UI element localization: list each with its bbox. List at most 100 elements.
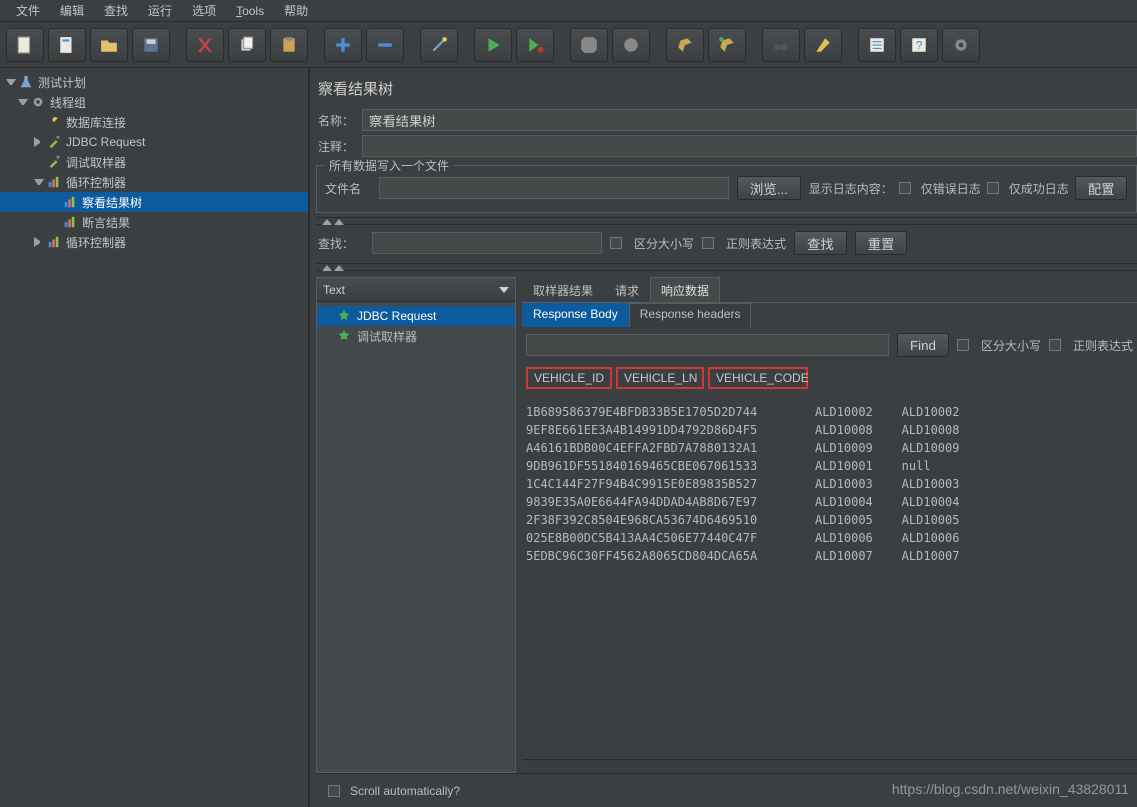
toolbar-stop-button[interactable]	[570, 28, 608, 62]
tab-0[interactable]: 取样器结果	[522, 277, 604, 302]
tree-node[interactable]: JDBC Request	[0, 132, 308, 152]
name-input[interactable]	[362, 109, 1137, 131]
toolbar-plus-button[interactable]	[324, 28, 362, 62]
template-icon	[58, 36, 76, 54]
browse-button[interactable]: 浏览...	[737, 176, 801, 200]
broom-icon	[676, 36, 694, 54]
filename-input[interactable]	[379, 177, 729, 199]
find-button[interactable]: Find	[897, 333, 949, 357]
collapse-bar-2[interactable]	[316, 263, 1137, 271]
tree-twisty-icon[interactable]	[34, 179, 44, 189]
toolbar-template-button[interactable]	[48, 28, 86, 62]
toolbar-clear-button[interactable]	[804, 28, 842, 62]
comment-input[interactable]	[362, 135, 1137, 157]
menu-item[interactable]: 选项	[182, 0, 226, 21]
toolbar-broom-button[interactable]	[666, 28, 704, 62]
paste-icon	[280, 36, 298, 54]
toolbar-stop2-button[interactable]	[612, 28, 650, 62]
tree-node-label: 断言结果	[82, 214, 130, 231]
tree-node[interactable]: 调试取样器	[0, 152, 308, 172]
result-item[interactable]: JDBC Request	[317, 306, 515, 326]
find-input[interactable]	[526, 334, 889, 356]
data-row: 1B689586379E4BFDB33B5E1705D2D744 ALD1000…	[526, 403, 1133, 421]
menu-item[interactable]: Tools	[226, 2, 274, 20]
column-header-vehicle-ln: VEHICLE_LN	[616, 367, 704, 389]
config-button[interactable]: 配置	[1075, 176, 1128, 200]
menu-item[interactable]: 编辑	[50, 0, 94, 21]
play-icon	[484, 36, 502, 54]
reset-button[interactable]: 重置	[855, 231, 908, 255]
tree-twisty-icon[interactable]	[6, 79, 16, 89]
tree-node[interactable]: 循环控制器	[0, 232, 308, 252]
save-icon	[142, 36, 160, 54]
collapse-bar-1[interactable]	[316, 217, 1137, 225]
toolbar-play-button[interactable]	[474, 28, 512, 62]
tree-node[interactable]: 线程组	[0, 92, 308, 112]
subtab-1[interactable]: Response headers	[629, 303, 752, 327]
subtab-0[interactable]: Response Body	[522, 303, 629, 327]
toolbar-list-button[interactable]	[858, 28, 896, 62]
toolbar-cut-button[interactable]	[186, 28, 224, 62]
tree-twisty-icon	[34, 157, 44, 167]
toolbar-open-button[interactable]	[90, 28, 128, 62]
data-row: 2F38F392C8504E968CA53674D6469510 ALD1000…	[526, 511, 1133, 529]
toolbar-copy-button[interactable]	[228, 28, 266, 62]
tab-1[interactable]: 请求	[604, 277, 650, 302]
find-case-checkbox[interactable]	[957, 339, 969, 351]
results-left-panel: Text JDBC Request调试取样器	[316, 277, 516, 773]
open-icon	[100, 36, 118, 54]
data-row: 9DB961DF551840169465CBE067061533 ALD1000…	[526, 457, 1133, 475]
list-icon	[868, 36, 886, 54]
tree-twisty-icon[interactable]	[34, 137, 44, 147]
menu-item[interactable]: 帮助	[274, 0, 318, 21]
toolbar-wand-button[interactable]	[420, 28, 458, 62]
stop-icon	[580, 36, 598, 54]
tree-twisty-icon[interactable]	[34, 237, 44, 247]
toolbar-binoculars-button[interactable]	[762, 28, 800, 62]
toolbar-save-button[interactable]	[132, 28, 170, 62]
data-row: 025E8B00DC5B413AA4C506E77440C47F ALD1000…	[526, 529, 1133, 547]
response-tabs: 取样器结果请求响应数据	[522, 277, 1137, 303]
column-header-vehicle-code: VEHICLE_CODE	[708, 367, 808, 389]
tree-node[interactable]: 察看结果树	[0, 192, 308, 212]
error-log-checkbox[interactable]	[899, 182, 911, 194]
results-area: Text JDBC Request调试取样器 取样器结果请求响应数据 Respo…	[316, 277, 1137, 773]
svg-text:?: ?	[916, 38, 923, 52]
horizontal-scrollbar[interactable]	[522, 759, 1137, 773]
tree-node[interactable]: 断言结果	[0, 212, 308, 232]
name-label: 名称：	[316, 112, 362, 129]
search-button[interactable]: 查找	[794, 231, 847, 255]
scroll-auto-label: Scroll automatically?	[350, 784, 460, 798]
toolbar-broom2-button[interactable]	[708, 28, 746, 62]
tree-node[interactable]: 数据库连接	[0, 112, 308, 132]
toolbar-paste-button[interactable]	[270, 28, 308, 62]
tree-node[interactable]: 循环控制器	[0, 172, 308, 192]
tree-node-label: 线程组	[50, 94, 86, 111]
scroll-auto-checkbox[interactable]	[328, 785, 340, 797]
menu-item[interactable]: 查找	[94, 0, 138, 21]
response-body: VEHICLE_ID VEHICLE_LN VEHICLE_CODE 1B689…	[522, 363, 1137, 759]
main-area: 测试计划线程组数据库连接JDBC Request调试取样器循环控制器察看结果树断…	[0, 68, 1137, 807]
data-row: 1C4C144F27F94B4C9915E0E89835B527 ALD1000…	[526, 475, 1133, 493]
toolbar-gear-button[interactable]	[942, 28, 980, 62]
search-case-checkbox[interactable]	[610, 237, 622, 249]
panel-title: 察看结果树	[316, 74, 1137, 107]
menu-item[interactable]: 运行	[138, 0, 182, 21]
menu-item[interactable]: 文件	[6, 0, 50, 21]
result-item[interactable]: 调试取样器	[317, 326, 515, 346]
find-regex-checkbox[interactable]	[1049, 339, 1061, 351]
tree-twisty-icon[interactable]	[18, 99, 28, 109]
toolbar-help-button[interactable]: ?	[900, 28, 938, 62]
find-regex-label: 正则表达式	[1073, 337, 1133, 354]
tab-2[interactable]: 响应数据	[650, 277, 720, 302]
toolbar-play-record-button[interactable]	[516, 28, 554, 62]
search-input[interactable]	[372, 232, 602, 254]
pipette-icon	[46, 154, 62, 170]
search-regex-checkbox[interactable]	[702, 237, 714, 249]
tree-twisty-icon	[50, 217, 60, 227]
toolbar-minus-button[interactable]	[366, 28, 404, 62]
toolbar-new-button[interactable]	[6, 28, 44, 62]
renderer-combo[interactable]: Text	[317, 278, 515, 302]
success-log-checkbox[interactable]	[987, 182, 999, 194]
tree-node[interactable]: 测试计划	[0, 72, 308, 92]
